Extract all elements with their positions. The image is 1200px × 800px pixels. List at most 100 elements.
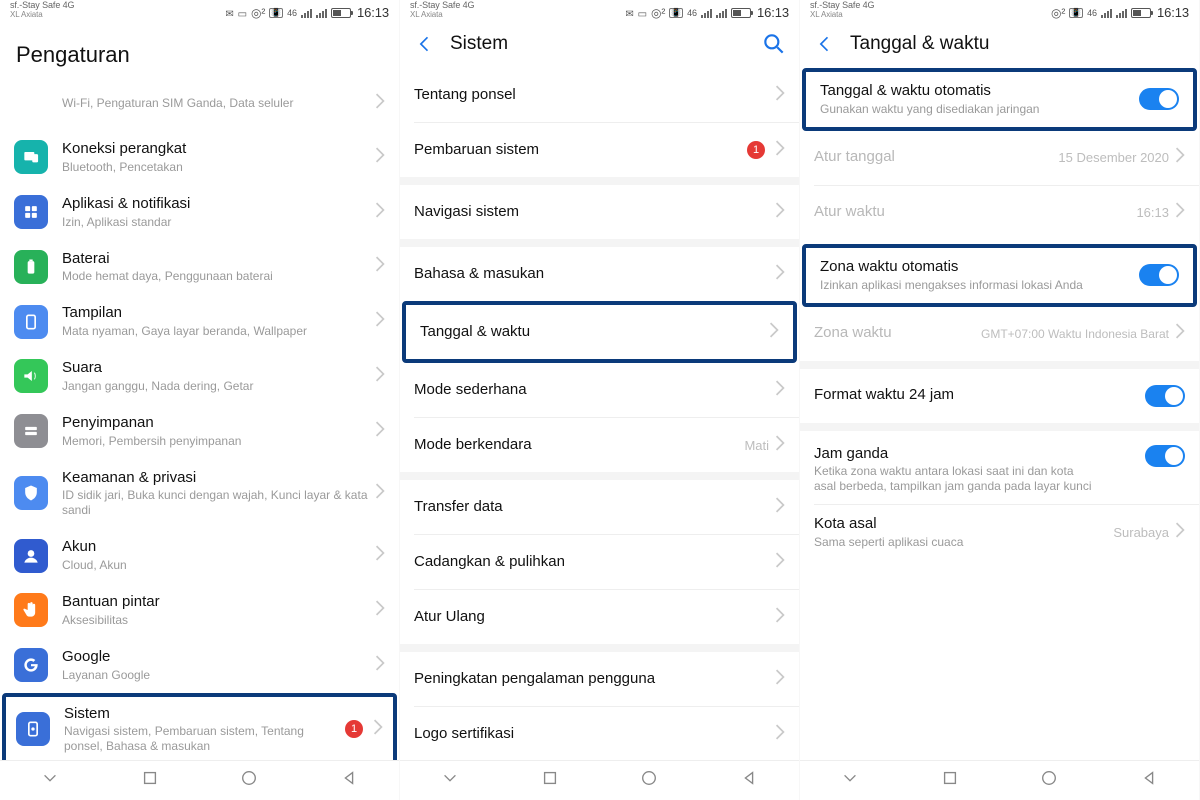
search-button[interactable] [761, 31, 787, 57]
settings-row-network[interactable]: Wi-Fi, Pengaturan SIM Ganda, Data selule… [0, 86, 399, 130]
settings-row-suara[interactable]: SuaraJangan ganggu, Nada dering, Getar [0, 349, 399, 404]
net-label: 46 [287, 8, 297, 18]
row-cadangkan[interactable]: Cadangkan & pulihkan [400, 535, 799, 589]
chevron-right-icon [775, 380, 785, 401]
section-divider [800, 423, 1199, 431]
row-24h-format[interactable]: Format waktu 24 jam [800, 369, 1199, 423]
row-title: Mode berkendara [414, 436, 738, 455]
row-navigasi[interactable]: Navigasi sistem [400, 185, 799, 239]
row-title: Aplikasi & notifikasi [62, 195, 369, 214]
row-subtitle: Memori, Pembersih penyimpanan [62, 434, 369, 449]
nav-recent-icon[interactable] [541, 769, 559, 792]
row-atur-ulang[interactable]: Atur Ulang [400, 590, 799, 644]
android-navbar [800, 760, 1199, 800]
toggle-auto-timezone[interactable] [1139, 264, 1179, 286]
settings-row-tampilan[interactable]: TampilanMata nyaman, Gaya layar beranda,… [0, 294, 399, 349]
nav-dropdown-icon[interactable] [841, 769, 859, 792]
settings-row-bantuan[interactable]: Bantuan pintarAksesibilitas [0, 583, 399, 638]
row-title: Google [62, 648, 369, 667]
account-icon [14, 539, 48, 573]
chevron-right-icon [775, 552, 785, 573]
row-subtitle: Izin, Aplikasi standar [62, 215, 369, 230]
nav-recent-icon[interactable] [941, 769, 959, 792]
settings-list: Wi-Fi, Pengaturan SIM Ganda, Data selule… [0, 86, 399, 760]
devices-icon [14, 140, 48, 174]
status-carrier-1: sf.-Stay Safe 4G [810, 0, 1051, 10]
chevron-right-icon [769, 322, 779, 343]
nav-home-icon[interactable] [1040, 769, 1058, 792]
hotspot-icon: ◎² [651, 6, 665, 20]
signal-1-icon [701, 8, 712, 18]
row-value: Surabaya [1113, 525, 1169, 540]
row-subtitle: Mata nyaman, Gaya layar beranda, Wallpap… [62, 324, 369, 339]
nav-dropdown-icon[interactable] [441, 769, 459, 792]
row-title: Peningkatan pengalaman pengguna [414, 670, 769, 689]
settings-row-akun[interactable]: AkunCloud, Akun [0, 528, 399, 583]
chevron-right-icon [375, 311, 385, 332]
nav-dropdown-icon[interactable] [41, 769, 59, 792]
row-pembaruan[interactable]: Pembaruan sistem 1 [400, 123, 799, 177]
phone-tanggal-waktu: sf.-Stay Safe 4G XL Axiata ◎² 📳 46 16:13… [800, 0, 1200, 800]
row-jam-ganda[interactable]: Jam ganda Ketika zona waktu antara lokas… [800, 431, 1199, 505]
chevron-right-icon [775, 202, 785, 223]
settings-row-google[interactable]: GoogleLayanan Google [0, 638, 399, 693]
row-peningkatan[interactable]: Peningkatan pengalaman pengguna [400, 652, 799, 706]
sistem-list: Tentang ponsel Pembaruan sistem 1 Naviga… [400, 68, 799, 760]
toggle-dual-clock[interactable] [1145, 445, 1185, 467]
envelope-icon: ✉ [225, 9, 233, 20]
nav-back-icon[interactable] [1140, 769, 1158, 792]
google-icon [14, 648, 48, 682]
row-auto-datetime[interactable]: Tanggal & waktu otomatis Gunakan waktu y… [806, 72, 1193, 127]
settings-row-keamanan[interactable]: Keamanan & privasiID sidik jari, Buka ku… [0, 459, 399, 529]
row-kota-asal[interactable]: Kota asal Sama seperti aplikasi cuaca Su… [800, 505, 1199, 560]
nav-back-icon[interactable] [740, 769, 758, 792]
row-mode-berkendara[interactable]: Mode berkendara Mati [400, 418, 799, 472]
row-subtitle: Cloud, Akun [62, 558, 369, 573]
row-title: Baterai [62, 250, 369, 269]
row-subtitle: Aksesibilitas [62, 613, 369, 628]
row-transfer-data[interactable]: Transfer data [400, 480, 799, 534]
nav-home-icon[interactable] [240, 769, 258, 792]
settings-row-penyimpanan[interactable]: PenyimpananMemori, Pembersih penyimpanan [0, 404, 399, 459]
row-bahasa[interactable]: Bahasa & masukan [400, 247, 799, 301]
row-auto-timezone[interactable]: Zona waktu otomatis Izinkan aplikasi men… [806, 248, 1193, 303]
row-subtitle: Gunakan waktu yang disediakan jaringan [820, 102, 1139, 117]
chevron-right-icon [375, 202, 385, 223]
vibrate-icon: 📳 [669, 8, 683, 18]
chevron-right-icon [1175, 522, 1185, 543]
chevron-right-icon [375, 545, 385, 566]
row-title: Tanggal & waktu otomatis [820, 82, 1139, 101]
toggle-24h[interactable] [1145, 385, 1185, 407]
nav-back-icon[interactable] [340, 769, 358, 792]
hotspot-icon: ◎² [251, 6, 265, 20]
nav-home-icon[interactable] [640, 769, 658, 792]
settings-row-koneksi[interactable]: Koneksi perangkatBluetooth, Pencetakan [0, 130, 399, 185]
storage-icon [14, 414, 48, 448]
toggle-auto-datetime[interactable] [1139, 88, 1179, 110]
row-title: Format waktu 24 jam [814, 386, 1145, 405]
status-time: 16:13 [357, 5, 389, 20]
header: Sistem [400, 20, 799, 68]
status-time: 16:13 [1157, 5, 1189, 20]
row-title: Atur Ulang [414, 608, 769, 627]
row-tanggal-waktu[interactable]: Tanggal & waktu [406, 305, 793, 359]
nav-recent-icon[interactable] [141, 769, 159, 792]
settings-row-aplikasi[interactable]: Aplikasi & notifikasiIzin, Aplikasi stan… [0, 185, 399, 240]
signal-2-icon [1116, 8, 1127, 18]
row-value: 15 Desember 2020 [1058, 150, 1169, 165]
chevron-right-icon [1175, 202, 1185, 223]
row-tentang-ponsel[interactable]: Tentang ponsel [400, 68, 799, 122]
section-divider [800, 361, 1199, 369]
back-button[interactable] [412, 31, 438, 57]
chevron-right-icon [1175, 323, 1185, 344]
row-mode-sederhana[interactable]: Mode sederhana [400, 363, 799, 417]
back-button[interactable] [812, 31, 838, 57]
chevron-right-icon [775, 264, 785, 285]
row-subtitle: ID sidik jari, Buka kunci dengan wajah, … [62, 488, 369, 518]
page-title: Sistem [450, 33, 761, 55]
settings-row-baterai[interactable]: BateraiMode hemat daya, Penggunaan bater… [0, 240, 399, 295]
row-logo-sertifikasi[interactable]: Logo sertifikasi [400, 707, 799, 760]
highlight-sistem: SistemNavigasi sistem, Pembaruan sistem,… [2, 693, 397, 761]
system-icon [16, 712, 50, 746]
settings-row-sistem[interactable]: SistemNavigasi sistem, Pembaruan sistem,… [6, 697, 393, 761]
